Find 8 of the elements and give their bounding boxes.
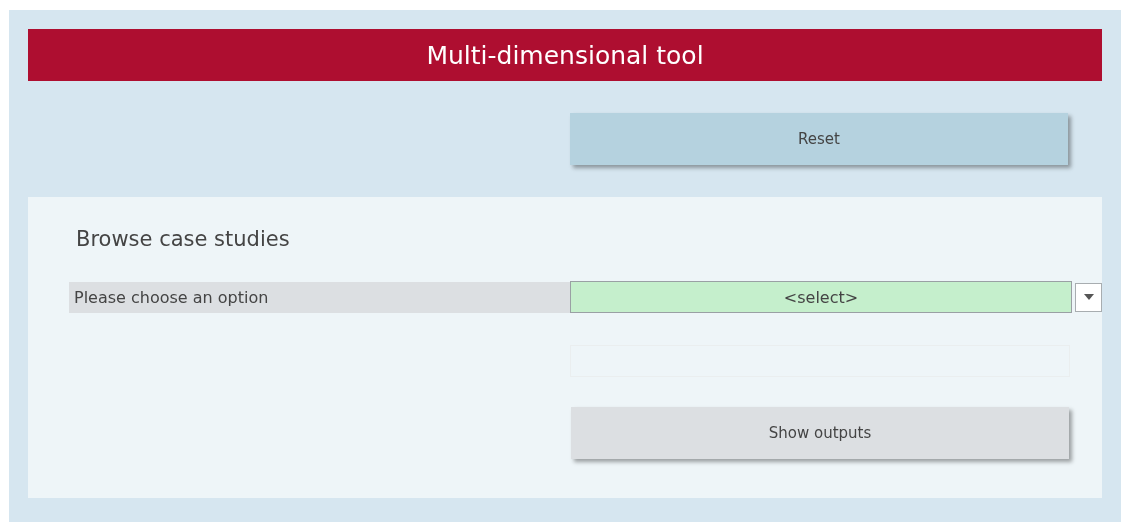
- show-outputs-button[interactable]: Show outputs: [571, 407, 1069, 459]
- tool-title: Multi-dimensional tool: [28, 29, 1102, 81]
- section-heading: Browse case studies: [76, 227, 291, 251]
- reset-button[interactable]: Reset: [570, 113, 1068, 165]
- caret-icon: [1083, 294, 1094, 300]
- dropdown-button[interactable]: [1075, 282, 1102, 312]
- option-select[interactable]: <select>: [570, 281, 1072, 313]
- option-label: Please choose an option: [69, 281, 570, 313]
